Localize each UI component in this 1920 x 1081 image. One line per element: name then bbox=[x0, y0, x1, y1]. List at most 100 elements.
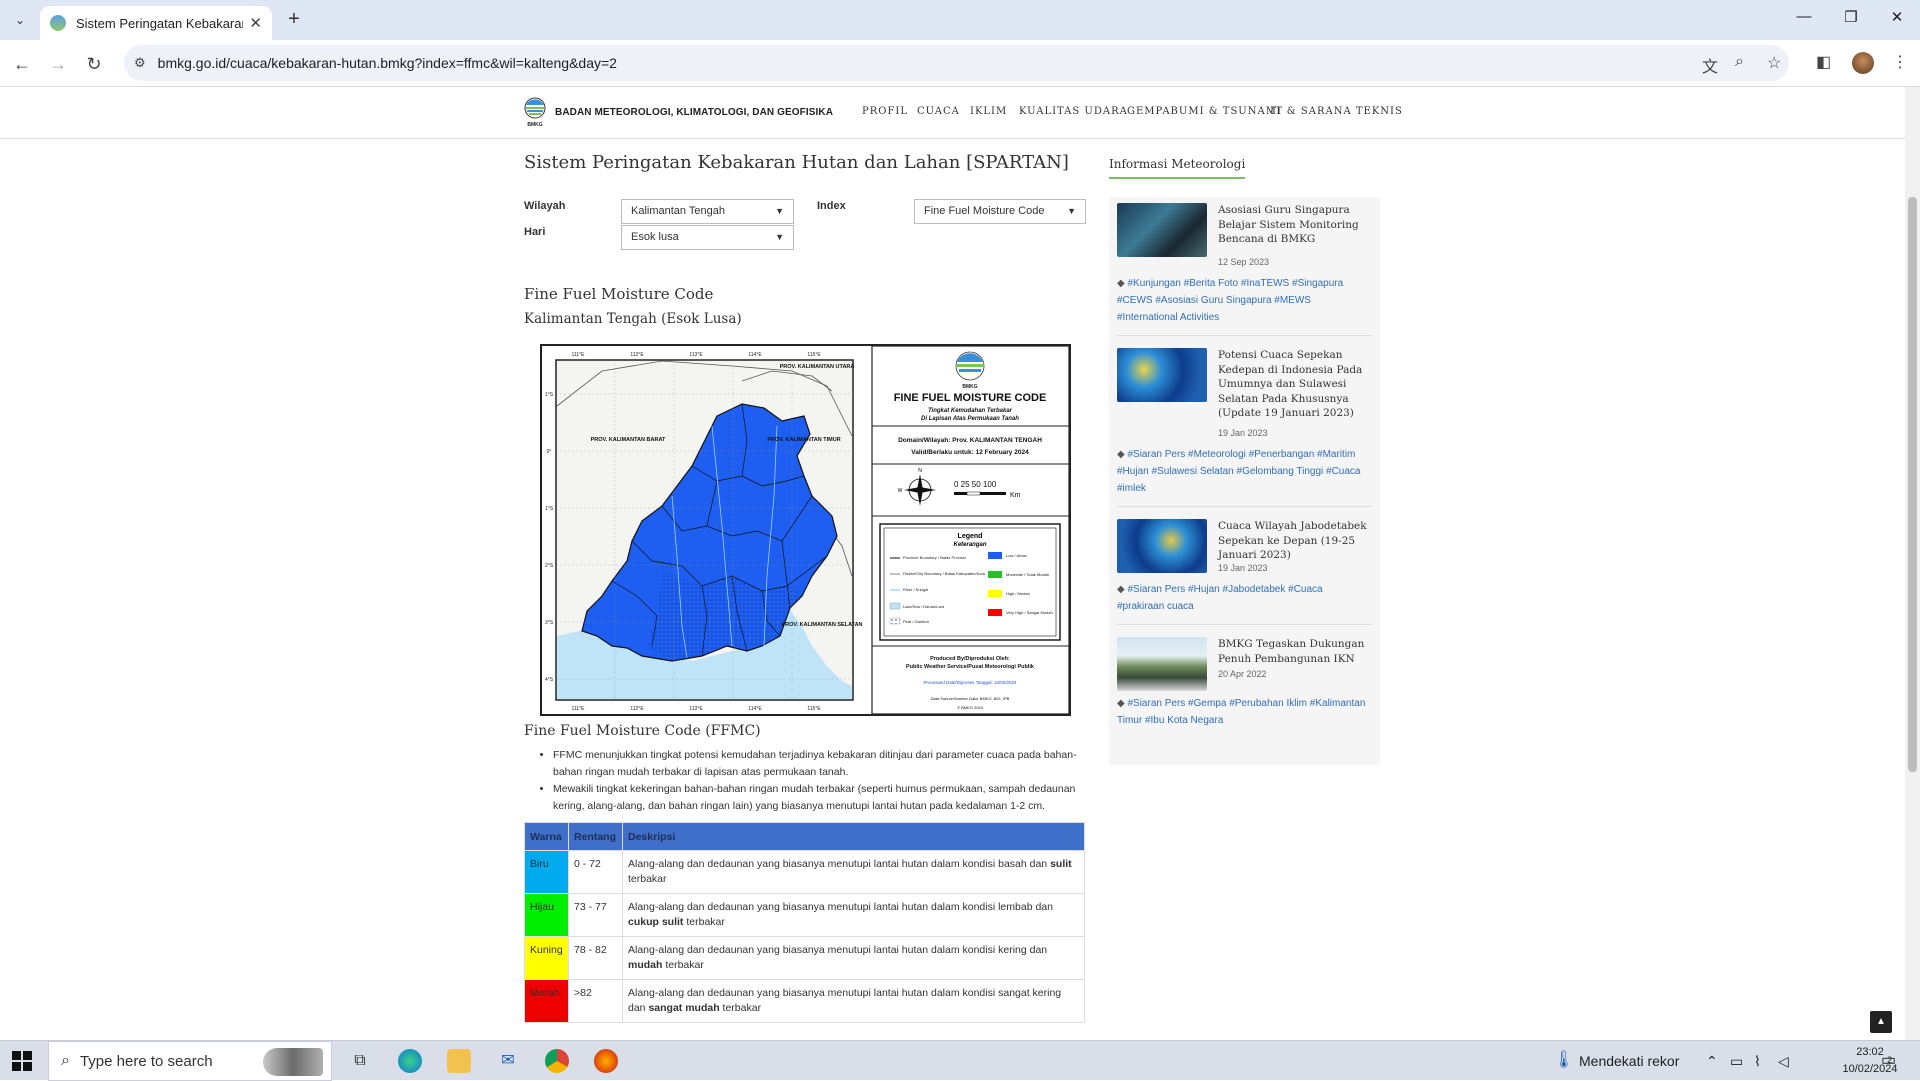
translate-icon[interactable]: 文 bbox=[1702, 53, 1718, 77]
news-title[interactable]: Asosiasi Guru Singapura Belajar Sistem M… bbox=[1218, 203, 1368, 247]
file-explorer-icon[interactable] bbox=[447, 1049, 471, 1073]
browser-tab[interactable]: Sistem Peringatan Kebakaran H ✕ bbox=[40, 6, 272, 40]
url-text: bmkg.go.id/cuaca/kebakaran-hutan.bmkg?in… bbox=[157, 55, 617, 71]
processed-date: Processed Date/Diproses Tanggal: 10/02/2… bbox=[924, 680, 1017, 685]
site-info-icon[interactable]: ⚙ bbox=[134, 55, 146, 71]
ffmc-class-table: Warna Rentang Deskripsi Biru 0 - 72 Alang-… bbox=[524, 822, 1085, 1023]
news-thumbnail[interactable] bbox=[1117, 519, 1207, 573]
notification-icon[interactable]: ▭2 bbox=[1881, 1050, 1901, 1070]
chevron-down-icon: ▼ bbox=[1067, 206, 1076, 216]
news-thumbnail[interactable] bbox=[1117, 348, 1207, 402]
news-title[interactable]: Cuaca Wilayah Jabodetabek Sepekan ke Dep… bbox=[1218, 519, 1368, 563]
tab-title: Sistem Peringatan Kebakaran H bbox=[76, 15, 244, 31]
description-cell: Alang-alang dan dedaunan yang biasanya m… bbox=[622, 979, 1085, 1023]
menu-kebab-icon[interactable]: ⋮ bbox=[1892, 52, 1908, 72]
news-tags-text[interactable]: #Siaran Pers #Meteorologi #Penerbangan #… bbox=[1117, 449, 1361, 494]
minimize-icon[interactable]: — bbox=[1789, 8, 1819, 25]
side-panel-icon[interactable]: ◧ bbox=[1816, 52, 1831, 72]
back-to-top-icon[interactable]: ▲ bbox=[1870, 1011, 1892, 1033]
map-product-title: FINE FUEL MOISTURE CODE bbox=[894, 392, 1047, 404]
news-tags[interactable]: ◆ #Siaran Pers #Hujan #Jabodetabek #Cuac… bbox=[1117, 581, 1367, 615]
map-domain: Domain/Wilayah: Prov. KALIMANTAN TENGAH bbox=[898, 437, 1042, 444]
nav-cuaca[interactable]: CUACA bbox=[917, 106, 960, 117]
restore-icon[interactable]: ❐ bbox=[1836, 8, 1866, 26]
bmkg-logo-icon[interactable]: BMKG bbox=[523, 97, 547, 127]
nav-iklim[interactable]: IKLIM bbox=[970, 106, 1007, 117]
col-rentang: Rentang bbox=[568, 822, 623, 851]
scrollbar-thumb[interactable] bbox=[1908, 197, 1917, 772]
lon-tick: 113°E bbox=[689, 706, 703, 712]
lat-tick: 1°S bbox=[545, 392, 554, 398]
news-tags[interactable]: ◆ #Siaran Pers #Gempa #Perubahan Iklim #… bbox=[1117, 695, 1367, 729]
firefox-icon[interactable] bbox=[594, 1049, 618, 1073]
org-name[interactable]: BADAN METEOROLOGI, KLIMATOLOGI, DAN GEOF… bbox=[555, 107, 833, 118]
col-warna: Warna bbox=[524, 822, 569, 851]
description-cell: Alang-alang dan dedaunan yang biasanya m… bbox=[622, 850, 1085, 894]
news-date: 19 Jan 2023 bbox=[1218, 428, 1268, 438]
chrome-icon[interactable] bbox=[545, 1049, 569, 1073]
reload-icon[interactable]: ↻ bbox=[81, 51, 107, 77]
range-cell: 78 - 82 bbox=[568, 936, 623, 980]
color-cell: Hijau bbox=[524, 893, 569, 937]
hari-select[interactable]: Esok lusa ▼ bbox=[621, 225, 794, 250]
nav-gempabumi[interactable]: GEMPABUMI & TSUNAMI bbox=[1127, 106, 1282, 117]
description-text: Alang-alang dan dedaunan yang biasanya m… bbox=[628, 858, 1051, 870]
lon-tick: 114°E bbox=[748, 706, 762, 712]
legend-swatch bbox=[988, 609, 1002, 616]
profile-avatar[interactable] bbox=[1852, 52, 1874, 74]
news-tags-text[interactable]: #Siaran Pers #Hujan #Jabodetabek #Cuaca … bbox=[1117, 584, 1323, 612]
news-date: 19 Jan 2023 bbox=[1218, 563, 1268, 573]
lon-tick: 115°E bbox=[807, 352, 821, 358]
nav-profil[interactable]: PROFIL bbox=[862, 106, 908, 117]
news-title[interactable]: Potensi Cuaca Sepekan Kedepan di Indones… bbox=[1218, 348, 1368, 421]
close-window-icon[interactable]: ✕ bbox=[1882, 8, 1912, 26]
forward-icon[interactable]: → bbox=[45, 51, 71, 77]
thermometer-icon[interactable]: 🌡 bbox=[1553, 1050, 1575, 1070]
task-view-icon[interactable]: ⧉ bbox=[348, 1049, 372, 1073]
taskbar-search[interactable]: ⌕ Type here to search bbox=[48, 1041, 332, 1081]
news-tags[interactable]: ◆ #Siaran Pers #Meteorologi #Penerbangan… bbox=[1117, 446, 1367, 497]
data-source: Data Source/Sumber Data: BMKG, BIG, IPB bbox=[931, 696, 1010, 701]
tab-search-icon[interactable]: ⌄ bbox=[8, 8, 32, 32]
meet-now-icon[interactable]: ▭ bbox=[1730, 1053, 1743, 1070]
ffmc-map-image: 111°E 112°E 113°E 114°E 115°E 111°E 112°… bbox=[540, 344, 1071, 716]
mail-icon[interactable]: ✉ bbox=[496, 1049, 520, 1073]
lon-tick: 111°E bbox=[572, 706, 586, 712]
page-scrollbar[interactable] bbox=[1905, 87, 1920, 1040]
lat-tick: 0° bbox=[547, 449, 552, 455]
description-text: Alang-alang dan dedaunan yang biasanya m… bbox=[628, 901, 1053, 913]
prov-label: PROV. KALIMANTAN UTARA bbox=[780, 364, 855, 370]
news-thumbnail[interactable] bbox=[1117, 203, 1207, 257]
address-bar[interactable]: ⚙ bmkg.go.id/cuaca/kebakaran-hutan.bmkg?… bbox=[124, 45, 1789, 81]
news-tags[interactable]: ◆ #Kunjungan #Berita Foto #InaTEWS #Sing… bbox=[1117, 275, 1367, 326]
chevron-up-icon[interactable]: ⌃ bbox=[1706, 1053, 1718, 1070]
index-select[interactable]: Fine Fuel Moisture Code ▼ bbox=[914, 199, 1086, 224]
wilayah-select[interactable]: Kalimantan Tengah ▼ bbox=[621, 199, 794, 224]
description-text: sangat mudah bbox=[648, 1002, 720, 1014]
network-icon[interactable]: ⌇ bbox=[1754, 1053, 1761, 1070]
close-tab-icon[interactable]: ✕ bbox=[249, 14, 262, 32]
zoom-icon[interactable]: ⌕ bbox=[1735, 53, 1744, 71]
new-tab-icon[interactable]: + bbox=[282, 8, 306, 32]
divider bbox=[1117, 506, 1372, 507]
legend-right-item: Low / Aman bbox=[1006, 553, 1027, 558]
tag-icon: ◆ bbox=[1117, 698, 1128, 709]
news-title[interactable]: BMKG Tegaskan Dukungan Penuh Pembangunan… bbox=[1218, 637, 1368, 666]
nav-kualitas-udara[interactable]: KUALITAS UDARA bbox=[1019, 106, 1128, 117]
news-thumbnail[interactable] bbox=[1117, 637, 1207, 691]
back-icon[interactable]: ← bbox=[9, 51, 35, 77]
ffmc-info-list: FFMC menunjukkan tingkat potensi kemudah… bbox=[539, 747, 1079, 815]
weather-text[interactable]: Mendekati rekor bbox=[1579, 1053, 1679, 1069]
description-text: mudah bbox=[628, 959, 663, 971]
nav-it-sarana[interactable]: IT & SARANA TEKNIS bbox=[1270, 106, 1403, 117]
table-row: Kuning 78 - 82 Alang-alang dan dedaunan ya… bbox=[524, 936, 1085, 980]
volume-icon[interactable]: ◁ bbox=[1778, 1053, 1789, 1070]
description-text: Alang-alang dan dedaunan yang biasanya m… bbox=[628, 944, 1048, 956]
news-tags-text[interactable]: #Siaran Pers #Gempa #Perubahan Iklim #Ka… bbox=[1117, 698, 1365, 726]
browser-toolbar: ← → ↻ ⚙ bmkg.go.id/cuaca/kebakaran-hutan… bbox=[0, 40, 1920, 87]
chevron-down-icon: ▼ bbox=[775, 232, 784, 242]
news-tags-text[interactable]: #Kunjungan #Berita Foto #InaTEWS #Singap… bbox=[1117, 278, 1343, 323]
bookmark-star-icon[interactable]: ☆ bbox=[1767, 53, 1781, 73]
edge-icon[interactable] bbox=[398, 1049, 422, 1073]
windows-start-icon[interactable] bbox=[12, 1051, 32, 1071]
